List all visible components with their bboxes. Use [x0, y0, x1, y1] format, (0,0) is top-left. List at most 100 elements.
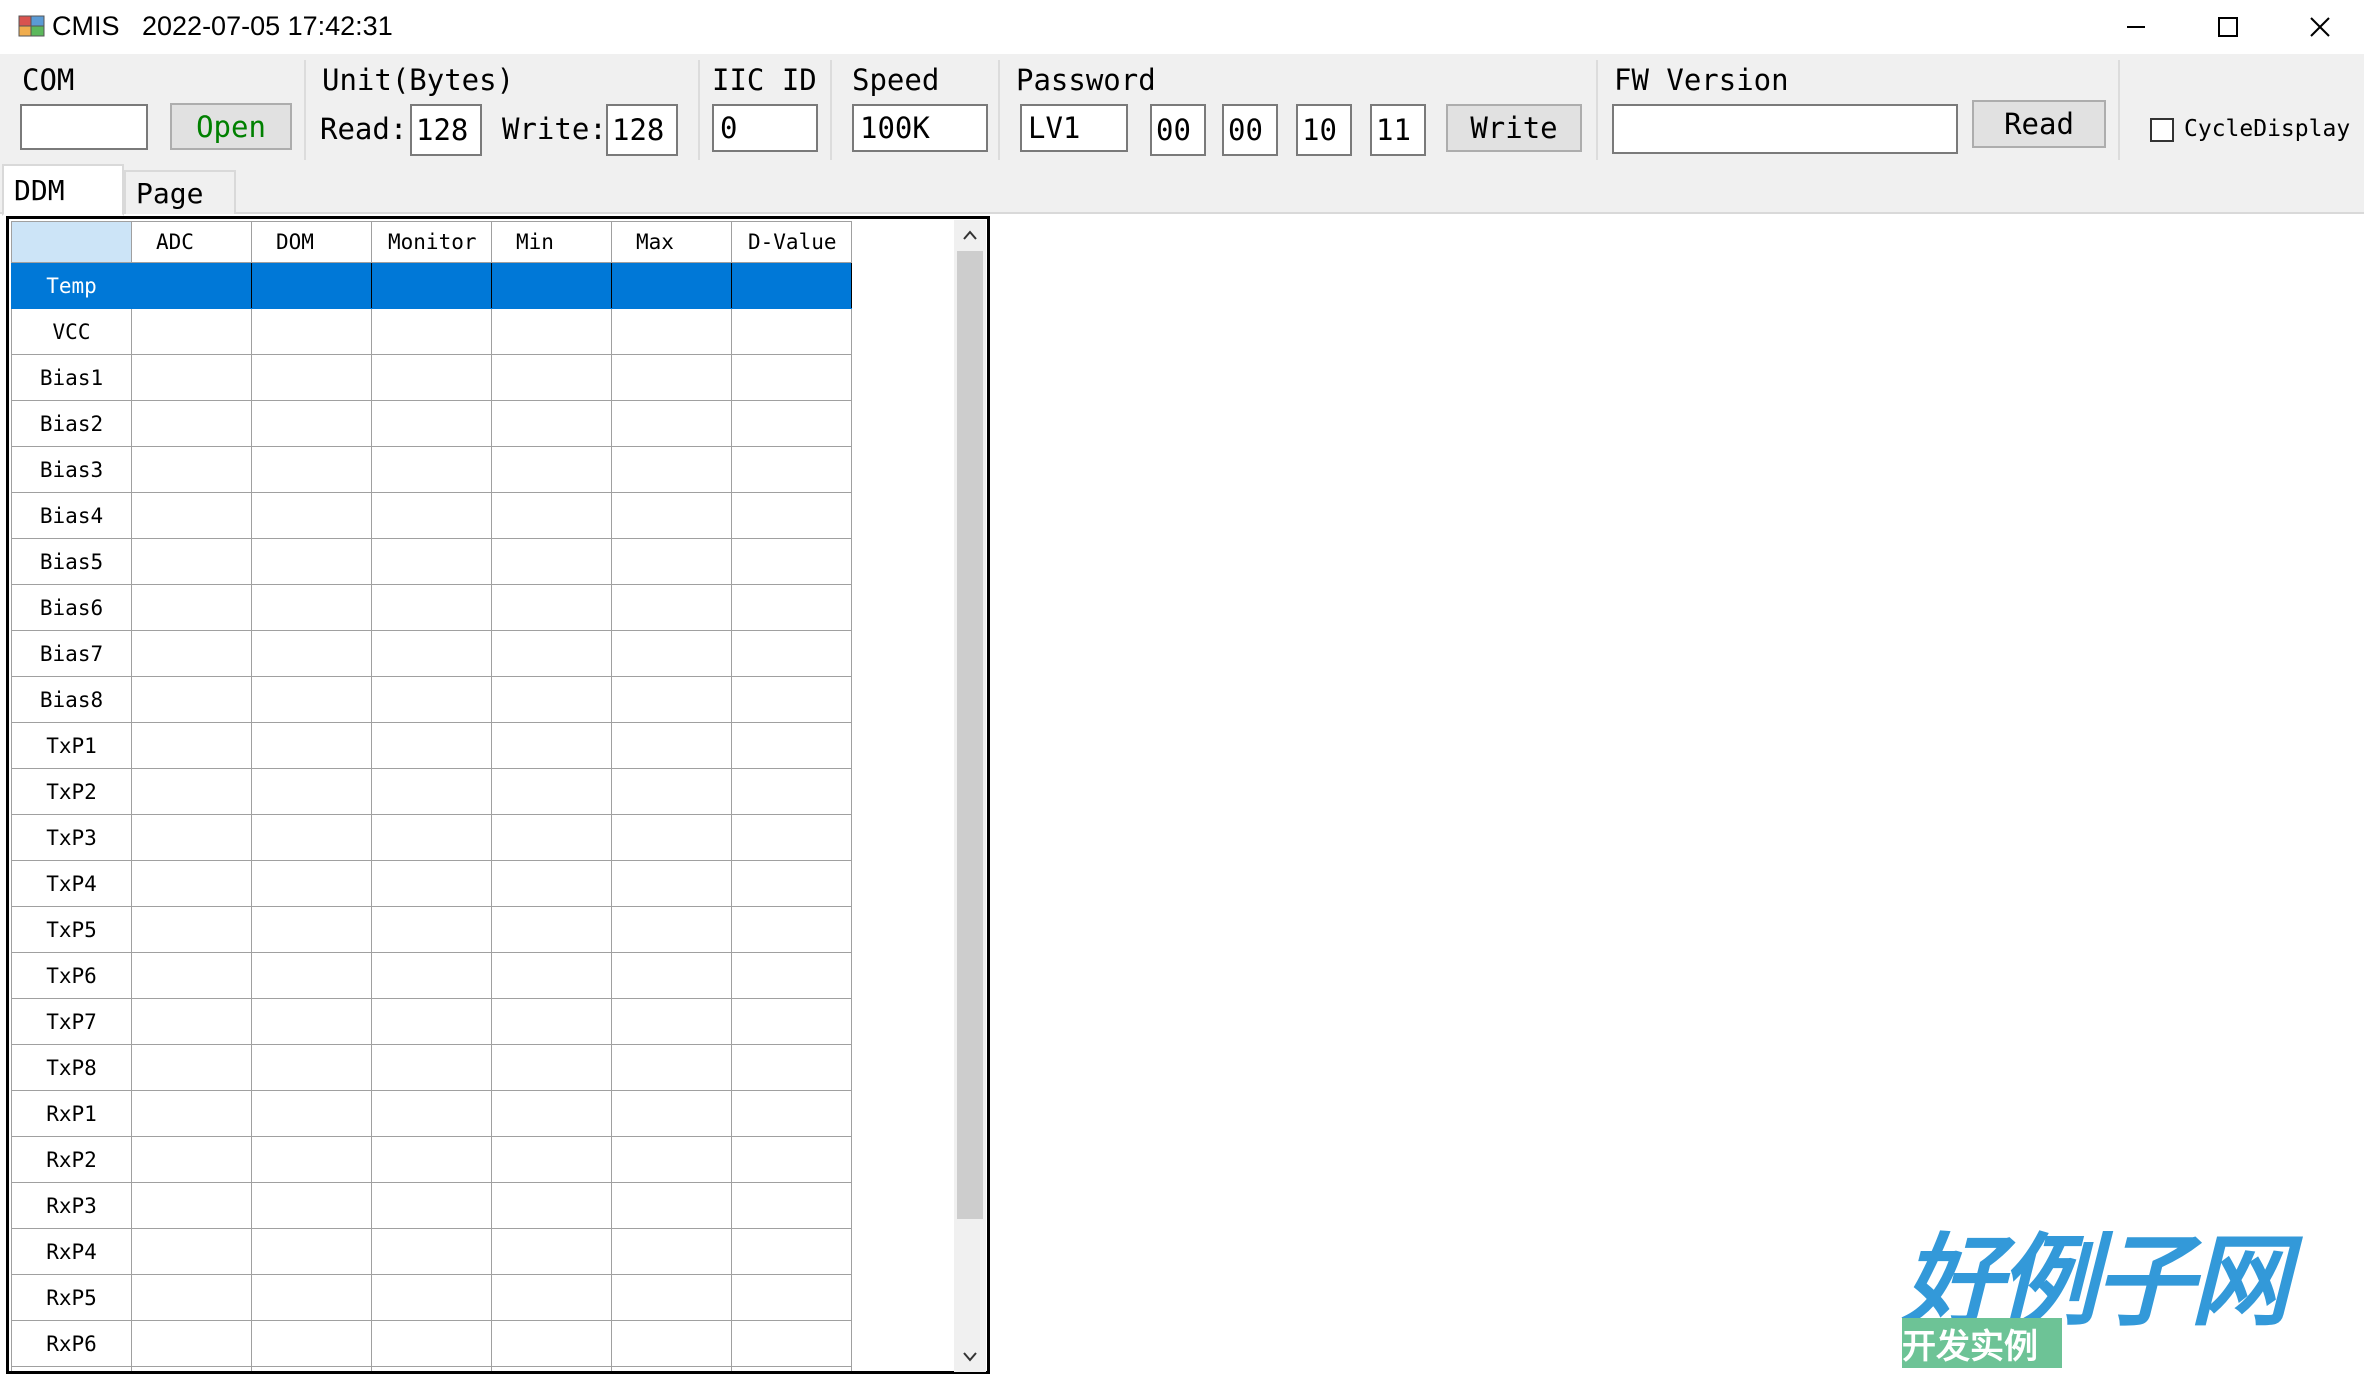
row-header[interactable]: TxP1 — [11, 722, 132, 769]
row-header[interactable]: TxP3 — [11, 814, 132, 861]
read-bytes-input[interactable]: 128 — [410, 104, 482, 156]
table-row[interactable]: RxP2 — [11, 1136, 852, 1183]
table-row[interactable]: Bias1 — [11, 354, 852, 401]
grid-cell[interactable] — [731, 354, 852, 401]
grid-cell[interactable] — [371, 1044, 492, 1091]
grid-cell[interactable] — [491, 860, 612, 907]
grid-cell[interactable] — [131, 492, 252, 539]
table-row[interactable]: VCC — [11, 308, 852, 355]
speed-select[interactable]: 100K — [852, 104, 988, 152]
grid-cell[interactable] — [611, 1320, 732, 1367]
grid-cell[interactable] — [491, 768, 612, 815]
grid-cell[interactable] — [491, 722, 612, 769]
grid-cell[interactable] — [491, 1090, 612, 1137]
table-row[interactable]: TxP1 — [11, 722, 852, 769]
grid-cell[interactable] — [611, 308, 732, 355]
grid-cell[interactable] — [611, 906, 732, 953]
grid-cell[interactable] — [131, 1366, 252, 1371]
table-row[interactable]: RxP7 — [11, 1366, 852, 1371]
grid-cell[interactable] — [371, 1182, 492, 1229]
grid-cell[interactable] — [731, 1090, 852, 1137]
grid-cell[interactable] — [371, 676, 492, 723]
grid-cell[interactable] — [131, 1320, 252, 1367]
row-header[interactable]: RxP1 — [11, 1090, 132, 1137]
column-header-monitor[interactable]: Monitor — [371, 221, 492, 263]
grid-cell[interactable] — [611, 630, 732, 677]
grid-cell[interactable] — [371, 492, 492, 539]
grid-cell[interactable] — [131, 952, 252, 999]
grid-cell[interactable] — [371, 446, 492, 493]
grid-cell[interactable] — [251, 1044, 372, 1091]
grid-cell[interactable] — [731, 1320, 852, 1367]
tab-page[interactable]: Page — [124, 170, 236, 214]
grid-cell[interactable] — [491, 1044, 612, 1091]
grid-cell[interactable] — [491, 538, 612, 585]
grid-cell[interactable] — [611, 814, 732, 861]
grid-cell[interactable] — [611, 1274, 732, 1321]
maximize-button[interactable] — [2182, 0, 2274, 54]
grid-cell[interactable] — [251, 400, 372, 447]
grid-cell[interactable] — [131, 768, 252, 815]
grid-cell[interactable] — [731, 1228, 852, 1275]
row-header[interactable]: TxP5 — [11, 906, 132, 953]
row-header[interactable]: TxP4 — [11, 860, 132, 907]
grid-corner-cell[interactable] — [11, 221, 132, 263]
row-header[interactable]: Bias3 — [11, 446, 132, 493]
table-row[interactable]: Bias3 — [11, 446, 852, 493]
grid-cell[interactable] — [491, 676, 612, 723]
grid-cell[interactable] — [251, 492, 372, 539]
row-header[interactable]: Bias7 — [11, 630, 132, 677]
grid-cell[interactable] — [371, 814, 492, 861]
grid-cell[interactable] — [251, 1182, 372, 1229]
grid-cell[interactable] — [131, 630, 252, 677]
row-header[interactable]: Bias5 — [11, 538, 132, 585]
grid-cell[interactable] — [131, 584, 252, 631]
grid-cell[interactable] — [131, 998, 252, 1045]
password-byte-4-input[interactable]: 11 — [1370, 104, 1426, 156]
row-header[interactable]: RxP4 — [11, 1228, 132, 1275]
grid-cell[interactable] — [251, 722, 372, 769]
table-row[interactable]: Bias2 — [11, 400, 852, 447]
grid-cell[interactable] — [131, 1136, 252, 1183]
grid-cell[interactable] — [371, 1274, 492, 1321]
write-bytes-input[interactable]: 128 — [606, 104, 678, 156]
scroll-down-button[interactable] — [957, 1344, 983, 1370]
grid-cell[interactable] — [251, 1136, 372, 1183]
table-row[interactable]: TxP6 — [11, 952, 852, 999]
row-header[interactable]: TxP8 — [11, 1044, 132, 1091]
fw-read-button[interactable]: Read — [1972, 100, 2106, 148]
table-row[interactable]: TxP7 — [11, 998, 852, 1045]
table-row[interactable]: Bias7 — [11, 630, 852, 677]
com-select[interactable] — [20, 104, 148, 150]
grid-cell[interactable] — [491, 584, 612, 631]
iic-id-select[interactable]: 0 — [712, 104, 818, 152]
grid-cell[interactable] — [491, 308, 612, 355]
row-header[interactable]: TxP7 — [11, 998, 132, 1045]
grid-cell[interactable] — [611, 446, 732, 493]
grid-cell[interactable] — [371, 354, 492, 401]
row-header[interactable]: RxP5 — [11, 1274, 132, 1321]
table-row[interactable]: TxP4 — [11, 860, 852, 907]
grid-cell[interactable] — [731, 906, 852, 953]
column-header-dom[interactable]: DOM — [251, 221, 372, 263]
grid-cell[interactable] — [251, 630, 372, 677]
grid-cell[interactable] — [611, 676, 732, 723]
grid-cell[interactable] — [491, 492, 612, 539]
table-row[interactable]: Bias6 — [11, 584, 852, 631]
grid-cell[interactable] — [731, 676, 852, 723]
minimize-button[interactable] — [2090, 0, 2182, 54]
grid-cell[interactable] — [251, 1320, 372, 1367]
column-header-max[interactable]: Max — [611, 221, 732, 263]
grid-cell[interactable] — [131, 446, 252, 493]
grid-cell[interactable] — [131, 538, 252, 585]
grid-cell[interactable] — [491, 262, 612, 309]
grid-cell[interactable] — [491, 630, 612, 677]
table-row[interactable]: RxP4 — [11, 1228, 852, 1275]
grid-cell[interactable] — [131, 1228, 252, 1275]
grid-cell[interactable] — [611, 584, 732, 631]
table-row[interactable]: Bias8 — [11, 676, 852, 723]
grid-cell[interactable] — [611, 492, 732, 539]
grid-cell[interactable] — [371, 998, 492, 1045]
grid-cell[interactable] — [731, 308, 852, 355]
grid-cell[interactable] — [131, 308, 252, 355]
